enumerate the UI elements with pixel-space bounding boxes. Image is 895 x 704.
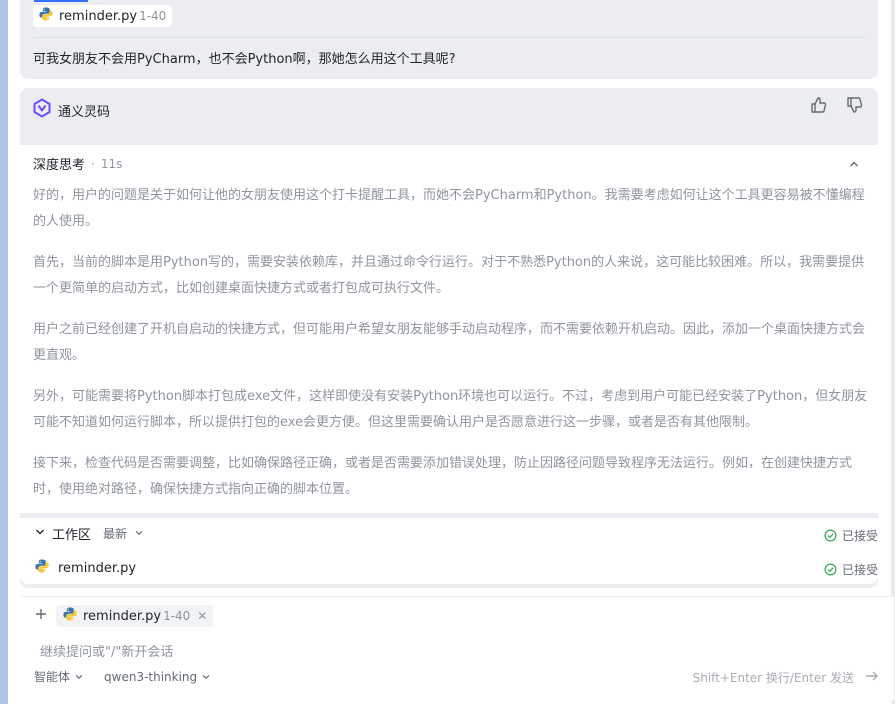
workspace-panel: 工作区 最新 已接受 reminder.py 已接受: [20, 518, 878, 584]
chevron-down-icon[interactable]: [34, 526, 46, 542]
workspace-file-row[interactable]: reminder.py: [34, 558, 136, 578]
deep-thinking-panel: 深度思考 · 11s 好的，用户的问题是关于如何让他的女朋友使用这个打卡提醒工具…: [20, 145, 878, 513]
thinking-paragraph: 另外，可能需要将Python脚本打包成exe文件，这样即使没有安装Python环…: [33, 389, 868, 430]
input-context-file-chip[interactable]: reminder.py 1-40 ✕: [56, 605, 214, 627]
send-arrow-icon[interactable]: [864, 668, 880, 688]
deep-thinking-header[interactable]: 深度思考 · 11s: [33, 154, 123, 174]
input-toolbar: 智能体 qwen3-thinking Shift+Enter 换行/Enter …: [34, 668, 880, 685]
model-select[interactable]: qwen3-thinking: [104, 670, 211, 684]
context-row: reminder.py 1-40 ✕: [34, 605, 214, 627]
assistant-header: 通义灵码: [32, 98, 110, 122]
accepted-status-top: 已接受: [824, 527, 878, 544]
file-name: reminder.py: [83, 608, 162, 624]
deep-thinking-title: 深度思考: [33, 158, 86, 173]
accepted-label: 已接受: [842, 563, 879, 577]
check-circle-icon: [824, 529, 837, 542]
model-label: qwen3-thinking: [104, 669, 198, 684]
thumbs-down-icon[interactable]: [846, 96, 864, 118]
python-icon: [38, 6, 54, 26]
active-tab-indicator: [34, 0, 88, 2]
keyboard-hint: Shift+Enter 换行/Enter 发送: [692, 671, 854, 685]
assistant-name: 通义灵码: [58, 104, 111, 120]
chat-input-box[interactable]: reminder.py 1-40 ✕ 继续提问或"/"新开会话 智能体 qwen…: [20, 596, 894, 700]
thinking-duration: 11s: [100, 156, 123, 171]
thinking-content: 好的，用户的问题是关于如何让他的女朋友使用这个打卡提醒工具，而她不会PyChar…: [33, 183, 869, 518]
file-line-range: 1-40: [139, 9, 167, 23]
accepted-status-file: 已接受: [824, 561, 878, 578]
workspace-filter-label: 最新: [103, 527, 128, 541]
file-name: reminder.py: [59, 8, 138, 24]
close-icon[interactable]: ✕: [197, 609, 207, 623]
agent-mode-label: 智能体: [34, 670, 71, 684]
user-message-card: reminder.py 1-40 可我女朋友不会用PyCharm，也不会Pyth…: [20, 0, 878, 79]
thumbs-up-icon[interactable]: [810, 96, 828, 118]
left-edge-strip: [0, 0, 8, 704]
file-line-range: 1-40: [163, 609, 191, 623]
tongyi-logo-icon: [32, 98, 52, 122]
user-question-text: 可我女朋友不会用PyCharm，也不会Python啊，那她怎么用这个工具呢?: [33, 52, 456, 67]
python-icon: [62, 606, 78, 626]
separator-dot: ·: [91, 156, 95, 171]
chat-input-placeholder[interactable]: 继续提问或"/"新开会话: [40, 641, 173, 660]
plus-icon[interactable]: [34, 607, 48, 625]
thinking-paragraph: 首先，当前的脚本是用Python写的，需要安装依赖库，并且通过命令行运行。对于不…: [33, 255, 865, 296]
check-circle-icon: [824, 563, 837, 576]
python-icon: [34, 558, 50, 578]
workspace-file-name: reminder.py: [58, 560, 137, 576]
workspace-title: 工作区: [52, 528, 92, 543]
workspace-header[interactable]: 工作区 最新: [34, 524, 144, 543]
chevron-up-icon[interactable]: [848, 158, 860, 174]
accepted-label: 已接受: [842, 529, 879, 543]
workspace-filter-dropdown[interactable]: 最新: [103, 525, 144, 542]
thinking-paragraph: 好的，用户的问题是关于如何让他的女朋友使用这个打卡提醒工具，而她不会PyChar…: [33, 188, 865, 229]
chevron-down-icon: [135, 530, 143, 536]
thinking-paragraph: 用户之前已经创建了开机自启动的快捷方式，但可能用户希望女朋友能够手动启动程序，而…: [33, 322, 866, 363]
divider: [33, 37, 865, 38]
context-file-chip[interactable]: reminder.py 1-40: [33, 5, 173, 27]
chevron-down-icon: [75, 674, 83, 679]
assistant-message-card: 通义灵码 深度思考 · 11s 好的，用户的问题是关于如何让他的女朋友使用这个打…: [20, 88, 878, 588]
chevron-down-icon: [202, 674, 210, 679]
thinking-paragraph: 接下来，检查代码是否需要调整，比如确保路径正确，或者是否需要添加错误处理，防止因…: [33, 456, 853, 497]
agent-mode-select[interactable]: 智能体: [34, 668, 84, 685]
